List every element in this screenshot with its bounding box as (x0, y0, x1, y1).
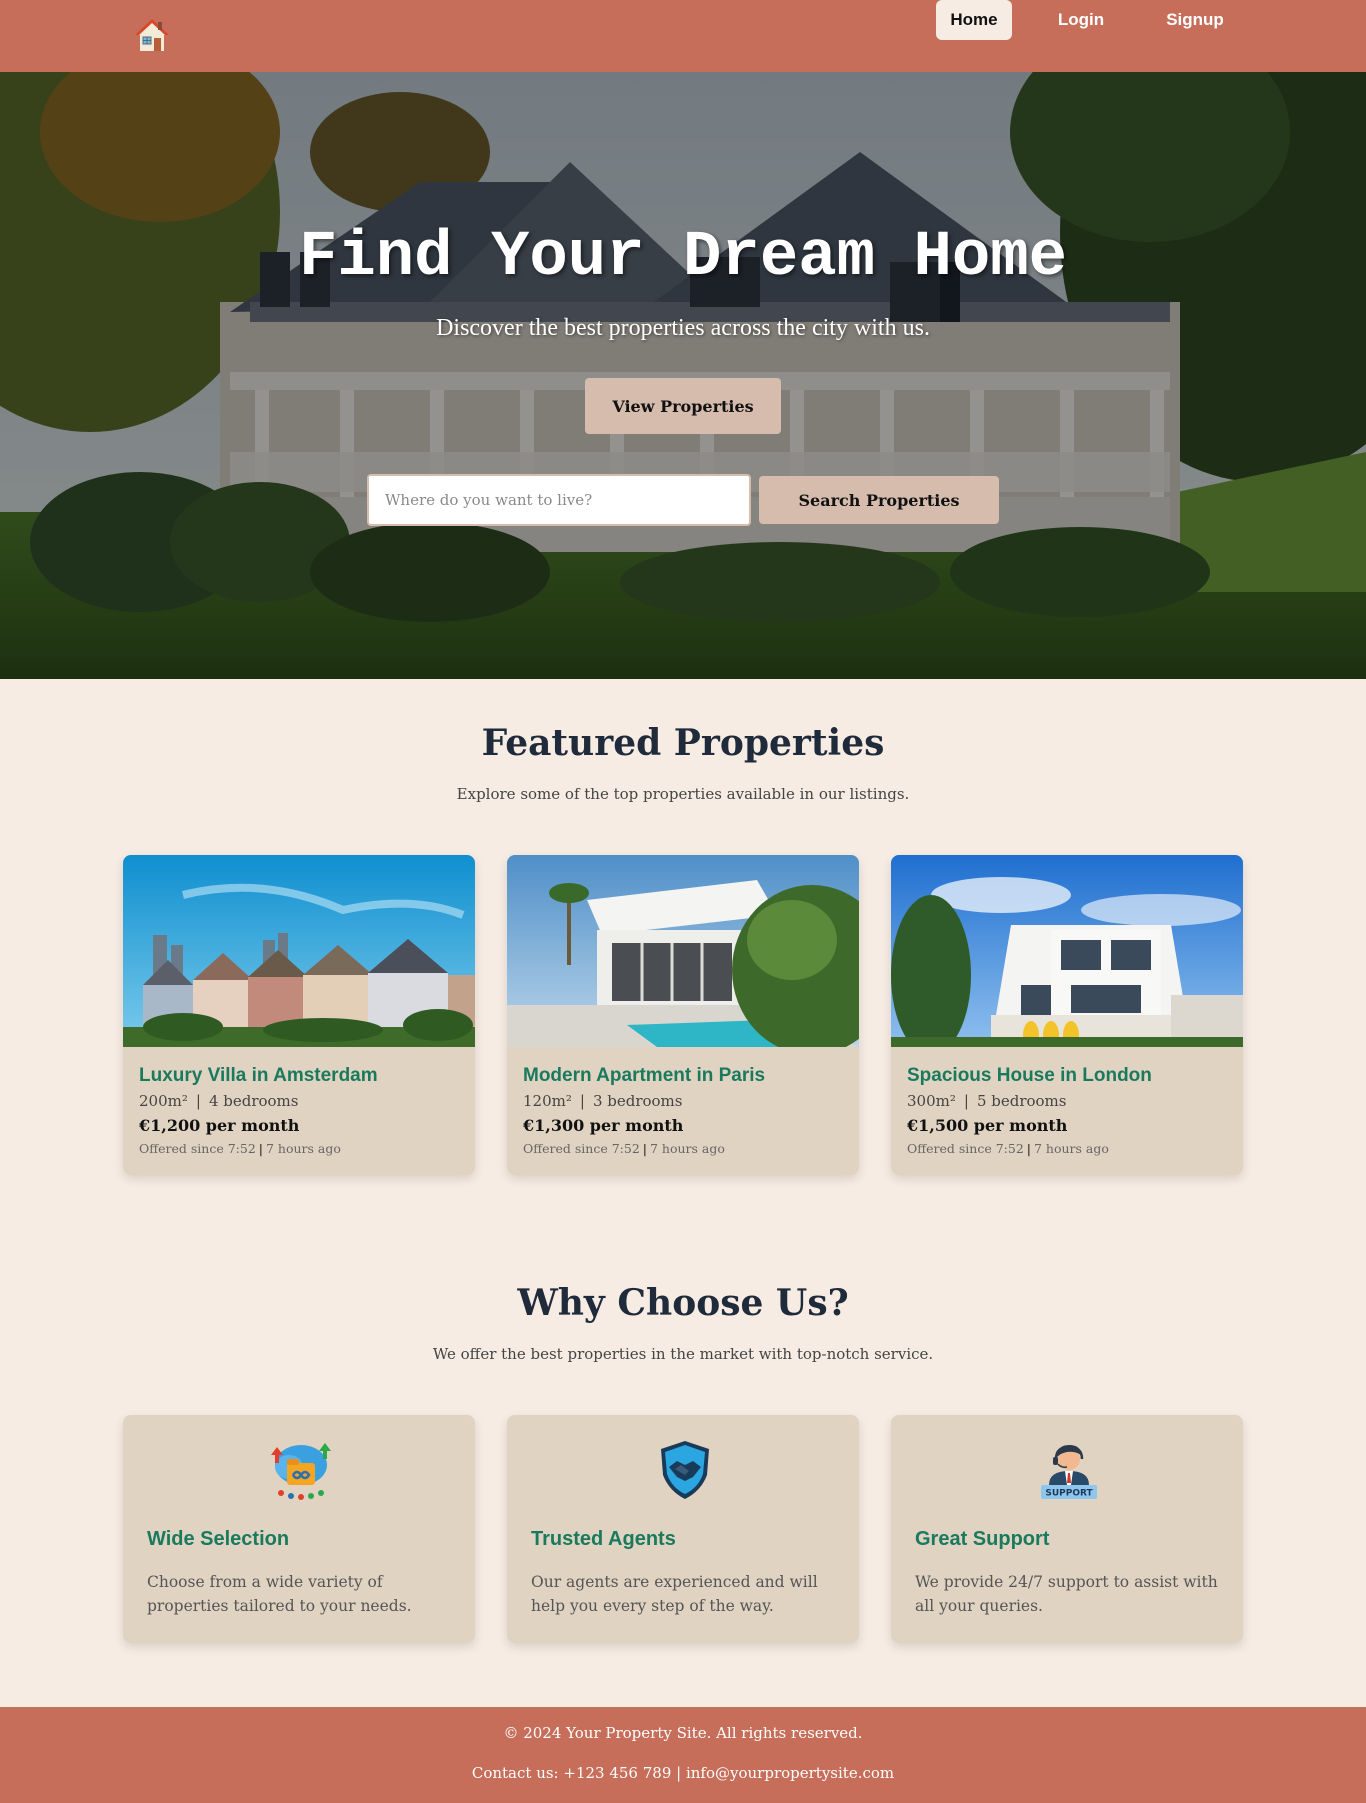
property-bedrooms: 3 bedrooms (592, 1092, 683, 1110)
property-card[interactable]: Spacious House in London 300m² | 5 bedroom… (891, 855, 1243, 1175)
property-offered-date: Offered since 7:52 | 7 hours ago (523, 1141, 725, 1156)
property-image-london (891, 855, 1243, 1047)
house-icon[interactable] (134, 18, 170, 54)
feature-description: We provide 24/7 support to assist with a… (915, 1573, 1218, 1615)
property-image-paris (507, 855, 859, 1047)
footer-contact[interactable]: Contact us: +123 456 789 | info@yourprop… (0, 1764, 1366, 1782)
nav-signup-button[interactable]: Signup (1148, 0, 1242, 40)
feature-description: Choose from a wide variety of properties… (147, 1573, 412, 1615)
feature-title: Wide Selection (147, 1528, 290, 1550)
handshake-shield-icon (661, 1441, 709, 1499)
nav-login-button[interactable]: Login (1037, 0, 1125, 40)
view-properties-button[interactable]: View Properties (585, 378, 781, 434)
hero-dark-overlay (0, 72, 1366, 679)
property-card[interactable]: Luxury Villa in Amsterdam 200m² | 4 bedroo… (123, 855, 475, 1175)
property-price: €1,500 per month (907, 1116, 1068, 1135)
property-offered-date: Offered since 7:52 | 7 hours ago (139, 1141, 341, 1156)
location-search-input[interactable] (367, 474, 751, 526)
offered-divider: | (258, 1141, 263, 1156)
footer-copyright: © 2024 Your Property Site. All rights re… (503, 1724, 863, 1742)
site-footer: © 2024 Your Property Site. All rights re… (0, 1707, 1366, 1803)
property-area: 200m² (139, 1092, 188, 1110)
offered-ago: 7 hours ago (1034, 1141, 1109, 1156)
site-header: Home Login Signup (0, 0, 1366, 72)
feature-card: SUPPORT Great Support We provide 24/7 su… (891, 1415, 1243, 1643)
spec-divider: | (579, 1092, 585, 1110)
property-name[interactable]: Luxury Villa in Amsterdam (139, 1065, 378, 1087)
spec-divider: | (963, 1092, 969, 1110)
property-image-amsterdam (123, 855, 475, 1047)
property-offered-date: Offered since 7:52 | 7 hours ago (907, 1141, 1109, 1156)
hero-title: Find Your Dream Home (298, 222, 1068, 294)
support-badge-text: SUPPORT (1045, 1489, 1093, 1499)
support-agent-icon: SUPPORT (1041, 1445, 1097, 1499)
offered-ago: 7 hours ago (266, 1141, 341, 1156)
hero-section: Find Your Dream Home Discover the best p… (0, 72, 1366, 679)
property-price: €1,300 per month (523, 1116, 684, 1135)
feature-title: Trusted Agents (531, 1528, 676, 1550)
why-title: Why Choose Us? (517, 1282, 849, 1324)
offered-divider: | (1026, 1141, 1031, 1156)
property-specs: 120m² | 3 bedrooms (523, 1092, 682, 1110)
offered-divider: | (642, 1141, 647, 1156)
offered-time: Offered since 7:52 (523, 1141, 640, 1156)
hero-subtitle: Discover the best properties across the … (436, 315, 930, 341)
why-subtitle: We offer the best properties in the mark… (432, 1345, 934, 1363)
offered-time: Offered since 7:52 (139, 1141, 256, 1156)
featured-title: Featured Properties (481, 722, 885, 764)
cloud-folder-icon (271, 1443, 331, 1500)
property-name[interactable]: Spacious House in London (907, 1065, 1152, 1087)
property-bedrooms: 4 bedrooms (208, 1092, 299, 1110)
property-price: €1,200 per month (139, 1116, 300, 1135)
property-card[interactable]: Modern Apartment in Paris 120m² | 3 bedroo… (507, 855, 859, 1175)
property-area: 120m² (523, 1092, 572, 1110)
spec-divider: | (195, 1092, 201, 1110)
feature-card: Trusted Agents Our agents are experience… (507, 1415, 859, 1643)
featured-subtitle: Explore some of the top properties avail… (456, 785, 910, 803)
feature-title: Great Support (915, 1528, 1050, 1550)
feature-description: Our agents are experienced and will help… (531, 1573, 818, 1615)
property-specs: 300m² | 5 bedrooms (907, 1092, 1066, 1110)
nav-home-button[interactable]: Home (936, 0, 1012, 40)
search-properties-button[interactable]: Search Properties (759, 476, 999, 524)
property-specs: 200m² | 4 bedrooms (139, 1092, 298, 1110)
feature-card: Wide Selection Choose from a wide variet… (123, 1415, 475, 1643)
offered-ago: 7 hours ago (650, 1141, 725, 1156)
property-area: 300m² (907, 1092, 956, 1110)
offered-time: Offered since 7:52 (907, 1141, 1024, 1156)
property-name[interactable]: Modern Apartment in Paris (523, 1065, 765, 1087)
property-bedrooms: 5 bedrooms (976, 1092, 1067, 1110)
